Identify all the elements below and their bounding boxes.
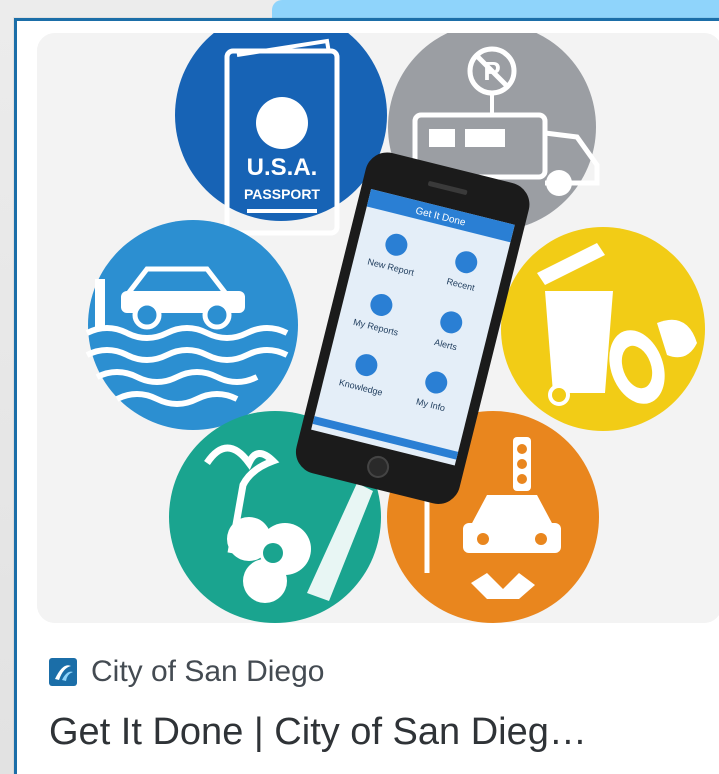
result-title-link[interactable]: Get It Done | City of San Dieg… — [49, 711, 709, 755]
passport-label-usa: U.S.A. — [247, 154, 318, 181]
get-it-done-illustration: U.S.A. PASSPORT P — [37, 33, 719, 623]
search-result-card[interactable]: U.S.A. PASSPORT P — [14, 18, 719, 774]
waterway-circle — [85, 220, 298, 430]
trash-circle — [501, 227, 705, 431]
result-source-row[interactable]: City of San Diego — [49, 651, 324, 693]
result-thumbnail[interactable]: U.S.A. PASSPORT P — [37, 33, 719, 623]
background-tab-strip — [272, 0, 719, 18]
city-of-san-diego-logo-icon — [49, 658, 77, 686]
passport-label-passport: PASSPORT — [244, 186, 320, 202]
result-source-name: City of San Diego — [91, 655, 325, 688]
